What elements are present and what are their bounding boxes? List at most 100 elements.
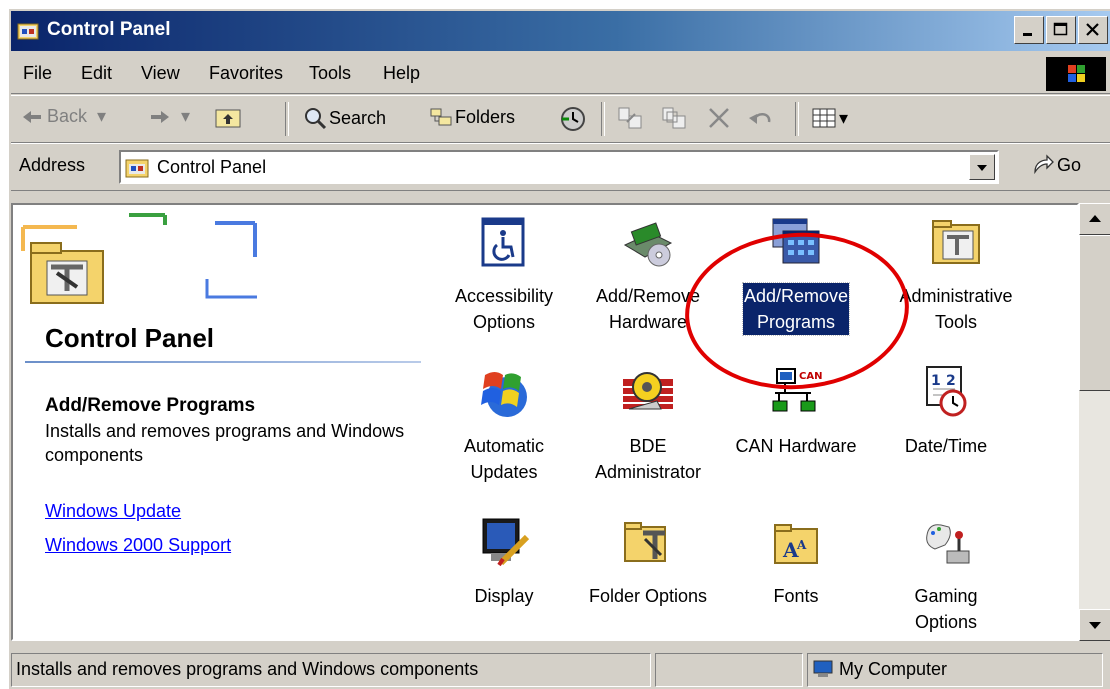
display-icon xyxy=(482,518,530,567)
joystick-icon xyxy=(926,524,970,564)
close-button[interactable] xyxy=(1078,16,1108,44)
status-text: Installs and removes programs and Window… xyxy=(11,653,651,687)
folders-icon xyxy=(430,108,452,126)
bde-administrator-item[interactable]: BDE Administrator xyxy=(573,365,723,485)
history-button[interactable] xyxy=(559,106,587,132)
back-dropdown-icon[interactable]: ▾ xyxy=(97,106,106,127)
forward-dropdown-icon[interactable]: ▾ xyxy=(181,106,190,127)
windows-flag-icon xyxy=(1068,65,1085,82)
control-panel-window: Control Panel File Edit View Favorites T… xyxy=(8,8,1110,689)
menu-edit[interactable]: Edit xyxy=(81,63,112,84)
forward-button[interactable]: ▾ xyxy=(149,106,190,127)
delete-icon xyxy=(709,108,729,128)
arrow-down-icon xyxy=(1089,622,1101,629)
windows-2000-support-link[interactable]: Windows 2000 Support xyxy=(45,535,231,556)
address-value: Control Panel xyxy=(157,157,267,177)
status-pane-empty xyxy=(655,653,803,687)
back-arrow-icon xyxy=(23,110,41,123)
views-icon xyxy=(812,108,836,128)
move-to-icon xyxy=(618,107,642,129)
fonts-item[interactable]: A A Fonts xyxy=(721,515,871,609)
windows-update-link[interactable]: Windows Update xyxy=(45,501,181,522)
folders-label: Folders xyxy=(455,106,516,127)
item-label: Date/Time xyxy=(904,436,988,456)
control-panel-icon xyxy=(17,23,39,40)
back-label: Back xyxy=(47,106,88,126)
undo-button[interactable] xyxy=(747,106,775,130)
item-label: Automatic Updates xyxy=(463,436,545,482)
views-button[interactable]: ▾ xyxy=(811,106,848,130)
toolbar-separator xyxy=(285,102,289,136)
maximize-button[interactable] xyxy=(1046,16,1076,44)
toolbar-separator xyxy=(795,102,799,136)
status-bar: Installs and removes programs and Window… xyxy=(11,649,1110,689)
item-label: CAN Hardware xyxy=(735,436,857,456)
copy-to-button[interactable] xyxy=(661,106,687,130)
accessibility-icon xyxy=(481,217,525,267)
control-panel-folder-icon xyxy=(125,159,149,178)
scroll-thumb[interactable] xyxy=(1079,235,1110,391)
minimize-icon xyxy=(1023,33,1032,36)
selected-item-heading: Add/Remove Programs xyxy=(45,395,256,416)
gaming-options-item[interactable]: Gaming Options xyxy=(871,515,1021,635)
views-dropdown-icon[interactable]: ▾ xyxy=(839,108,848,129)
selected-item-description: Installs and removes programs and Window… xyxy=(45,421,405,465)
svg-text:1: 1 xyxy=(931,373,941,389)
up-folder-icon xyxy=(215,109,241,128)
my-computer-icon xyxy=(813,660,833,677)
toolbar-separator xyxy=(601,102,605,136)
menu-file[interactable]: File xyxy=(23,63,52,84)
hardware-icon xyxy=(623,222,673,267)
item-label: Folder Options xyxy=(588,586,708,606)
page-title: Control Panel xyxy=(45,323,215,353)
address-label: Address xyxy=(19,155,86,175)
address-bar: Address Control Panel Go xyxy=(11,143,1110,191)
search-button[interactable]: Search xyxy=(303,106,386,130)
minimize-button[interactable] xyxy=(1014,16,1044,44)
title-divider xyxy=(25,361,421,363)
up-folder-button[interactable] xyxy=(215,106,241,128)
vertical-scrollbar[interactable] xyxy=(1079,203,1110,641)
scroll-down-button[interactable] xyxy=(1079,609,1110,641)
date-time-item[interactable]: 1 2 Date/Time xyxy=(871,365,1021,459)
folder-view: Control Panel Add/Remove Programs Instal… xyxy=(11,203,1079,641)
forward-arrow-icon xyxy=(151,110,169,123)
window-title: Control Panel xyxy=(47,19,171,40)
svg-text:A: A xyxy=(796,538,807,552)
delete-button[interactable] xyxy=(707,106,731,130)
windows-update-icon xyxy=(481,372,527,417)
accessibility-options-item[interactable]: Accessibility Options xyxy=(429,215,579,335)
display-item[interactable]: Display xyxy=(429,515,579,609)
status-zone: My Computer xyxy=(807,653,1103,687)
chevron-down-icon xyxy=(977,165,987,171)
address-dropdown-button[interactable] xyxy=(969,154,995,180)
close-icon xyxy=(1086,23,1099,36)
title-bar[interactable]: Control Panel xyxy=(11,11,1110,51)
item-label: Administrative Tools xyxy=(899,286,1013,332)
menu-bar: File Edit View Favorites Tools Help xyxy=(11,55,1110,94)
address-field[interactable]: Control Panel xyxy=(119,150,999,184)
control-panel-banner-icon xyxy=(21,213,257,304)
menu-tools[interactable]: Tools xyxy=(309,63,351,84)
copy-to-icon xyxy=(662,107,686,129)
search-label: Search xyxy=(329,107,387,128)
status-zone-label: My Computer xyxy=(839,659,948,679)
arrow-up-icon xyxy=(1089,215,1101,222)
search-icon xyxy=(305,108,327,130)
go-label: Go xyxy=(1057,154,1082,175)
bde-icon xyxy=(623,372,673,410)
folder-options-item[interactable]: Folder Options xyxy=(573,515,723,609)
menu-favorites[interactable]: Favorites xyxy=(209,63,283,84)
go-button[interactable]: Go xyxy=(1031,154,1081,176)
back-button[interactable]: Back ▾ xyxy=(21,106,106,127)
menu-view[interactable]: View xyxy=(141,63,180,84)
automatic-updates-item[interactable]: Automatic Updates xyxy=(429,365,579,485)
menu-help[interactable]: Help xyxy=(383,63,420,84)
folders-button[interactable]: Folders xyxy=(429,106,515,128)
item-label: Gaming Options xyxy=(914,586,978,632)
history-icon xyxy=(561,107,585,131)
maximize-icon xyxy=(1053,22,1068,36)
item-label: Display xyxy=(474,586,534,606)
scroll-up-button[interactable] xyxy=(1079,203,1110,235)
move-to-button[interactable] xyxy=(617,106,643,130)
